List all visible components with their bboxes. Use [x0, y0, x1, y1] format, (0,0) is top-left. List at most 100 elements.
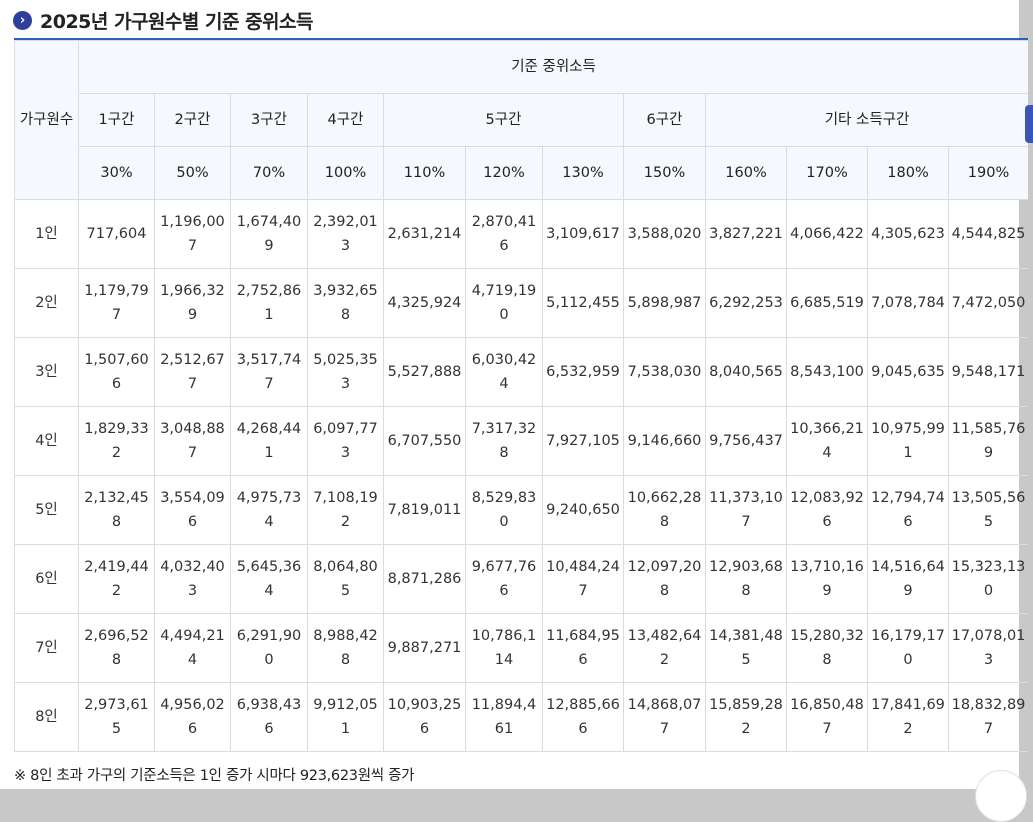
- table-cell: 5,025,353: [307, 337, 384, 407]
- percent-header: 50%: [154, 146, 231, 200]
- table-cell: 9,677,766: [465, 544, 543, 614]
- table-cell: 2,870,416: [465, 199, 543, 269]
- table-cell: 10,975,991: [867, 406, 949, 476]
- table-cell: 14,516,649: [867, 544, 949, 614]
- table-cell: 4,956,026: [154, 682, 231, 752]
- table-row: 5인 2,132,458 3,554,096 4,975,734 7,108,192 7,…: [14, 475, 1028, 545]
- bracket-header: 4구간: [307, 93, 384, 147]
- table-cell: 5,112,455: [542, 268, 624, 338]
- table-cell: 6,685,519: [786, 268, 868, 338]
- table-cell: 717,604: [78, 199, 155, 269]
- percent-header: 150%: [623, 146, 706, 200]
- table-cell: 6,030,424: [465, 337, 543, 407]
- table-cell: 17,841,692: [867, 682, 949, 752]
- table-cell: 2,392,013: [307, 199, 384, 269]
- table-cell: 12,097,208: [623, 544, 706, 614]
- income-table-container: 가구원수 기준 중위소득 1구간 2구간 3구간 4구간 5구간 6구간 기타 소득구간 3…: [14, 40, 1028, 752]
- table-cell: 2,512,677: [154, 337, 231, 407]
- percent-header: 70%: [230, 146, 308, 200]
- table-cell: 2,752,861: [230, 268, 308, 338]
- table-cell: 10,903,256: [383, 682, 466, 752]
- bracket-header: 3구간: [230, 93, 308, 147]
- row-label: 5인: [14, 475, 79, 545]
- table-cell: 8,543,100: [786, 337, 868, 407]
- table-cell: 4,325,924: [383, 268, 466, 338]
- percent-header: 100%: [307, 146, 384, 200]
- table-cell: 10,366,214: [786, 406, 868, 476]
- table-cell: 6,707,550: [383, 406, 466, 476]
- table-cell: 17,078,013: [947, 613, 1028, 683]
- table-row: 2인 1,179,797 1,966,329 2,752,861 3,932,658 4,…: [14, 268, 1028, 338]
- percent-header: 130%: [542, 146, 624, 200]
- table-row: 6인 2,419,442 4,032,403 5,645,364 8,064,805 8,…: [14, 544, 1028, 614]
- table-row: 8인 2,973,615 4,956,026 6,938,436 9,912,051 10…: [14, 682, 1028, 752]
- table-cell: 1,966,329: [154, 268, 231, 338]
- table-cell: 12,903,688: [705, 544, 787, 614]
- percent-header: 160%: [705, 146, 787, 200]
- table-cell: 4,494,214: [154, 613, 231, 683]
- table-cell: 3,517,747: [230, 337, 308, 407]
- table-cell: 11,585,769: [947, 406, 1028, 476]
- table-cell: 8,529,830: [465, 475, 543, 545]
- table-cell: 2,696,528: [78, 613, 155, 683]
- table-cell: 15,280,328: [786, 613, 868, 683]
- table-cell: 3,932,658: [307, 268, 384, 338]
- bracket-header: 5구간: [383, 93, 624, 147]
- table-cell: 5,645,364: [230, 544, 308, 614]
- percent-header: 110%: [383, 146, 466, 200]
- table-cell: 10,662,288: [623, 475, 706, 545]
- table-cell: 4,719,190: [465, 268, 543, 338]
- table-cell: 2,973,615: [78, 682, 155, 752]
- table-cell: 9,887,271: [383, 613, 466, 683]
- table-cell: 3,827,221: [705, 199, 787, 269]
- page-title: 2025년 가구원수별 기준 중위소득: [40, 10, 314, 33]
- chevron-right-icon: ›: [13, 10, 32, 30]
- table-cell: 11,894,461: [465, 682, 543, 752]
- table-cell: 5,527,888: [383, 337, 466, 407]
- table-cell: 12,083,926: [786, 475, 868, 545]
- table-cell: 16,179,170: [867, 613, 949, 683]
- side-panel-tab[interactable]: [1025, 105, 1033, 143]
- row-label: 1인: [14, 199, 79, 269]
- table-cell: 18,832,897: [947, 682, 1028, 752]
- table-cell: 10,786,114: [465, 613, 543, 683]
- table-cell: 9,146,660: [623, 406, 706, 476]
- table-cell: 14,868,077: [623, 682, 706, 752]
- percent-header: 190%: [947, 146, 1028, 200]
- table-cell: 7,317,328: [465, 406, 543, 476]
- table-cell: 3,588,020: [623, 199, 706, 269]
- table-cell: 11,373,107: [705, 475, 787, 545]
- percent-header: 180%: [867, 146, 949, 200]
- table-cell: 4,066,422: [786, 199, 868, 269]
- table-cell: 13,482,642: [623, 613, 706, 683]
- table-cell: 7,472,050: [947, 268, 1028, 338]
- table-cell: 12,794,746: [867, 475, 949, 545]
- table-row: 4인 1,829,332 3,048,887 4,268,441 6,097,773 6,…: [14, 406, 1028, 476]
- table-cell: 9,756,437: [705, 406, 787, 476]
- table-cell: 5,898,987: [623, 268, 706, 338]
- table-cell: 4,975,734: [230, 475, 308, 545]
- table-row: 1인 717,604 1,196,007 1,674,409 2,392,013 2,63…: [14, 199, 1028, 269]
- table-cell: 10,484,247: [542, 544, 624, 614]
- table-cell: 6,291,900: [230, 613, 308, 683]
- percent-header: 120%: [465, 146, 543, 200]
- floating-action-button[interactable]: [975, 770, 1027, 822]
- table-cell: 7,078,784: [867, 268, 949, 338]
- row-label: 6인: [14, 544, 79, 614]
- table-cell: 2,419,442: [78, 544, 155, 614]
- table-cell: 3,554,096: [154, 475, 231, 545]
- table-cell: 4,268,441: [230, 406, 308, 476]
- median-income-table: 가구원수 기준 중위소득 1구간 2구간 3구간 4구간 5구간 6구간 기타 소득구간 3…: [14, 40, 1028, 752]
- table-cell: 1,829,332: [78, 406, 155, 476]
- table-cell: 12,885,666: [542, 682, 624, 752]
- table-cell: 13,505,565: [947, 475, 1028, 545]
- bracket-header: 6구간: [623, 93, 706, 147]
- table-row: 7인 2,696,528 4,494,214 6,291,900 8,988,428 9,…: [14, 613, 1028, 683]
- table-cell: 2,631,214: [383, 199, 466, 269]
- table-cell: 6,097,773: [307, 406, 384, 476]
- table-cell: 11,684,956: [542, 613, 624, 683]
- table-cell: 2,132,458: [78, 475, 155, 545]
- table-cell: 6,292,253: [705, 268, 787, 338]
- table-cell: 7,927,105: [542, 406, 624, 476]
- table-cell: 8,040,565: [705, 337, 787, 407]
